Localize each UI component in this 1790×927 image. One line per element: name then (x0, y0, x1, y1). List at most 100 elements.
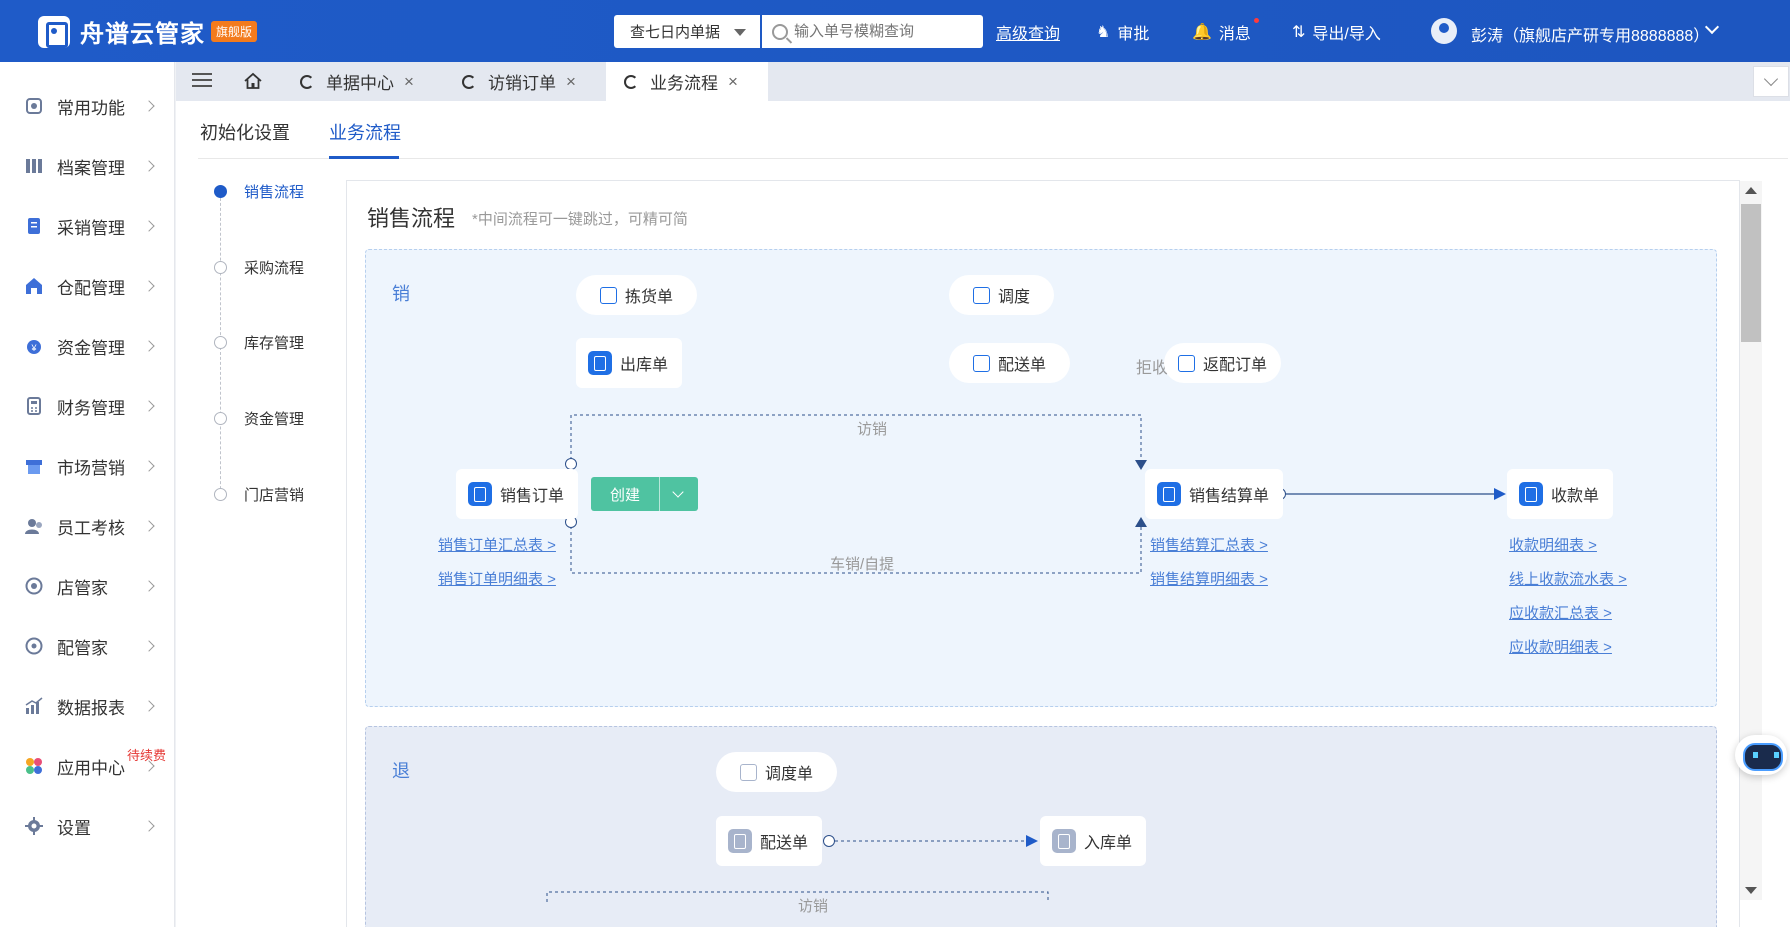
money-bag-icon (1519, 482, 1543, 506)
link-settlement-detail[interactable]: 销售结算明细表 > (1150, 568, 1268, 589)
step-sales[interactable]: 销售流程 (214, 184, 304, 201)
scroll-thumb[interactable] (1741, 204, 1761, 342)
sidebar-item-store[interactable]: 店管家 (0, 557, 175, 615)
sidebar-item-purchase-sale[interactable]: 采销管理 (0, 197, 175, 255)
node-label: 调度单 (765, 766, 814, 783)
sidebar-item-marketing[interactable]: 市场营销 (0, 437, 175, 495)
node-delivery[interactable]: 配送单 (949, 343, 1071, 383)
date-filter-value: 查七日内单据 (630, 24, 721, 41)
sidebar-item-report[interactable]: 数据报表 (0, 677, 175, 735)
close-icon[interactable]: × (566, 72, 576, 92)
document-icon (468, 482, 492, 506)
link-settlement-summary[interactable]: 销售结算汇总表 > (1150, 534, 1268, 555)
document-icon (1052, 829, 1076, 853)
step-store-marketing[interactable]: 门店营销 (214, 487, 304, 504)
date-filter-select[interactable]: 查七日内单据 (614, 15, 760, 48)
node-inbound[interactable]: 入库单 (1040, 816, 1147, 866)
node-label: 调度 (998, 289, 1031, 306)
node-label: 出库单 (620, 357, 669, 374)
refresh-icon[interactable] (462, 74, 476, 89)
flow-panel: 销售流程 *中间流程可一键跳过，可精可简 销 拣货单 调度 出库单 配送单 拒收… (346, 180, 1740, 927)
import-export-button[interactable]: ⇅ 导出/导入 (1292, 20, 1381, 44)
visit-sale-label: 访销 (857, 421, 888, 438)
search-box[interactable] (762, 15, 983, 48)
create-button[interactable]: 创建 (591, 477, 698, 511)
purchase-sale-icon (28, 218, 40, 234)
sidebar-item-delivery[interactable]: 配管家 (0, 617, 175, 675)
link-receipt-detail[interactable]: 收款明细表 > (1509, 534, 1597, 555)
report-icon (25, 697, 43, 714)
tab-business-flow[interactable]: 业务流程 × (606, 62, 768, 101)
tab-label: 访销订单 (488, 74, 556, 93)
node-outbound[interactable]: 出库单 (576, 338, 683, 388)
create-label: 创建 (609, 486, 640, 504)
tab-visit-order[interactable]: 访销订单 × (462, 62, 608, 101)
active-subtab-indicator (329, 156, 399, 159)
tab-document-center[interactable]: 单据中心 × (300, 62, 446, 101)
messages-button[interactable]: 🔔 消息 (1192, 18, 1259, 44)
app-name: 舟谱云管家 (80, 21, 205, 48)
subtab-business-flow[interactable]: 业务流程 (329, 119, 401, 145)
chevron-right-icon (143, 280, 155, 292)
chevron-right-icon (143, 340, 155, 352)
vertical-scrollbar[interactable] (1740, 181, 1762, 900)
marketing-icon (26, 460, 42, 474)
scroll-up-icon[interactable] (1745, 187, 1757, 194)
link-receivable-detail[interactable]: 应收款明细表 > (1509, 636, 1612, 657)
sell-zone: 销 拣货单 调度 出库单 配送单 拒收 返配订单 访销 车销/自提 销售订单 创… (365, 249, 1717, 707)
node-sales-order[interactable]: 销售订单 (456, 469, 579, 519)
assistant-robot-icon[interactable] (1735, 735, 1787, 775)
app-logo[interactable]: 舟谱云管家 旗舰版 (38, 14, 258, 49)
search-input[interactable] (794, 23, 974, 40)
sidebar-item-common[interactable]: 常用功能 (0, 77, 175, 135)
advanced-search-link[interactable]: 高级查询 (996, 20, 1060, 44)
return-zone: 退 调度单 配送单 入库单 访销 (365, 726, 1717, 927)
avatar[interactable] (1431, 18, 1457, 44)
node-picking[interactable]: 拣货单 (576, 275, 698, 315)
refresh-icon[interactable] (624, 74, 638, 89)
chevron-right-icon (143, 460, 155, 472)
subtab-init-settings[interactable]: 初始化设置 (200, 119, 290, 145)
node-return-delivery-order[interactable]: 配送单 (716, 816, 823, 866)
caret-down-icon (734, 29, 746, 36)
sidebar-item-finance[interactable]: 财务管理 (0, 377, 175, 435)
collapse-menu-icon[interactable] (192, 73, 212, 89)
tab-more-dropdown[interactable] (1753, 66, 1789, 97)
link-receivable-summary[interactable]: 应收款汇总表 > (1509, 602, 1612, 623)
close-icon[interactable]: × (728, 72, 738, 92)
close-icon[interactable]: × (404, 72, 414, 92)
node-return-delivery[interactable]: 返配订单 (1164, 343, 1282, 383)
link-online-receipt-flow[interactable]: 线上收款流水表 > (1509, 568, 1627, 589)
document-icon (728, 829, 752, 853)
funds-icon: ¥ (27, 340, 41, 354)
step-inventory[interactable]: 库存管理 (214, 335, 304, 352)
refresh-icon[interactable] (300, 74, 314, 89)
scroll-down-icon[interactable] (1745, 887, 1757, 894)
home-icon[interactable] (244, 72, 262, 90)
link-order-detail[interactable]: 销售订单明细表 > (438, 568, 556, 589)
import-export-label: 导出/导入 (1312, 26, 1381, 43)
sidebar-item-warehouse[interactable]: 仓配管理 (0, 257, 175, 315)
sidebar-item-label: 店管家 (57, 578, 108, 598)
sidebar-item-apps[interactable]: 应用中心 待续费 (0, 737, 175, 795)
sidebar: 常用功能 档案管理 采销管理 仓配管理 ¥ 资金管理 财务管理 市场营销 员工考… (0, 62, 175, 927)
sell-zone-label: 销 (392, 284, 410, 304)
step-funds[interactable]: 资金管理 (214, 411, 304, 428)
step-purchase[interactable]: 采购流程 (214, 260, 304, 277)
sidebar-item-funds[interactable]: ¥ 资金管理 (0, 317, 175, 375)
chevron-down-icon[interactable] (660, 477, 698, 511)
common-icon (26, 98, 42, 114)
subtab-divider (198, 158, 1788, 159)
sidebar-item-archive[interactable]: 档案管理 (0, 137, 175, 195)
node-label: 拣货单 (625, 289, 674, 306)
sidebar-item-staff[interactable]: 员工考核 (0, 497, 175, 555)
user-name[interactable]: 彭涛（旗舰店产研专用8888888） (1471, 22, 1709, 46)
sidebar-item-settings[interactable]: 设置 (0, 797, 175, 855)
node-settlement[interactable]: 销售结算单 (1145, 469, 1284, 519)
node-return-dispatch[interactable]: 调度单 (716, 752, 838, 792)
approve-button[interactable]: ♞ 审批 (1096, 20, 1149, 44)
node-dispatch[interactable]: 调度 (949, 275, 1055, 315)
node-receipt[interactable]: 收款单 (1507, 469, 1614, 519)
node-label: 配送单 (998, 357, 1047, 374)
link-order-summary[interactable]: 销售订单汇总表 > (438, 534, 556, 555)
